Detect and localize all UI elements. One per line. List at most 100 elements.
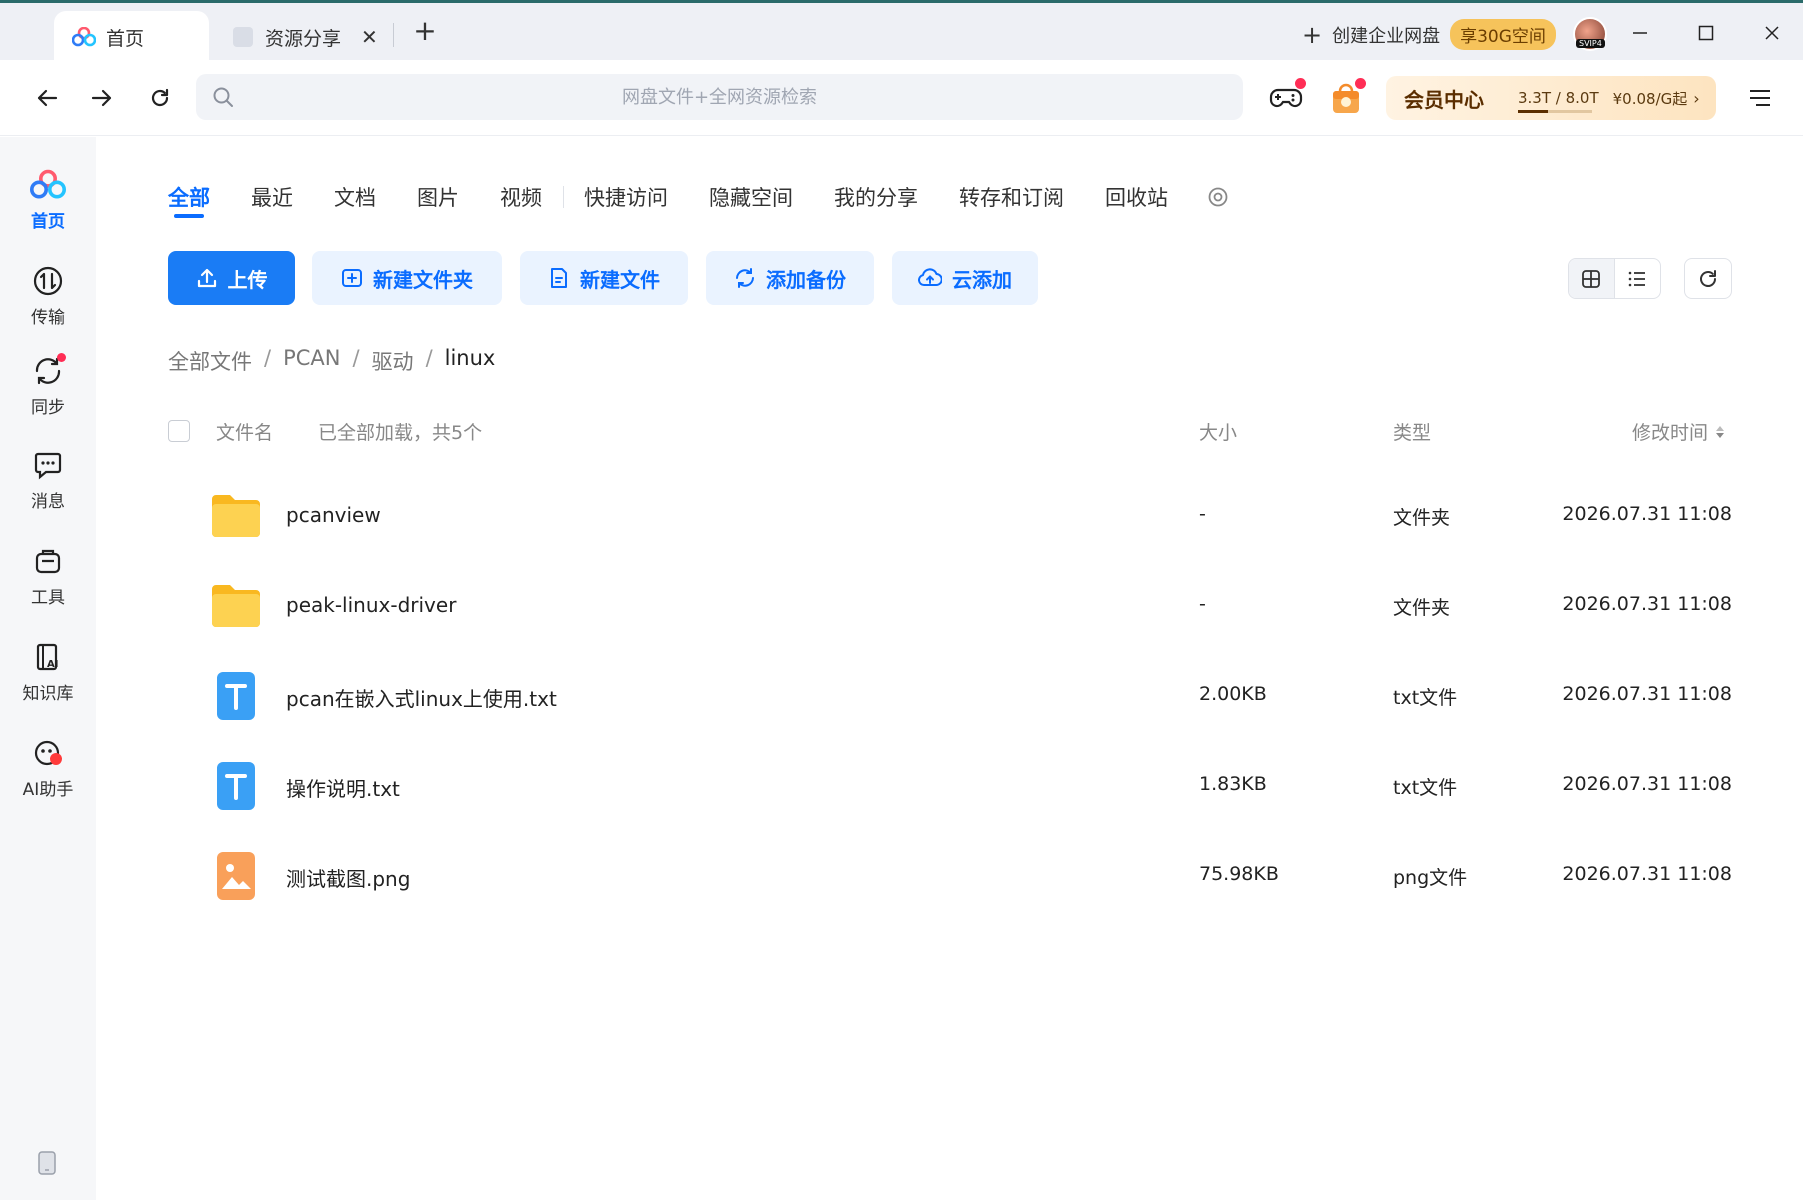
- search-bar[interactable]: [196, 74, 1243, 120]
- sync-backup-icon: [736, 268, 754, 288]
- vip-title: 会员中心: [1404, 87, 1484, 112]
- toolbar: 会员中心 3.3T / 8.0T ¥0.08/G起 ›: [0, 60, 1803, 136]
- new-tab-button[interactable]: +: [410, 17, 440, 47]
- cloud-add-button[interactable]: 云添加: [892, 251, 1038, 305]
- sync-icon: [30, 353, 66, 389]
- tab-images[interactable]: 图片: [417, 180, 459, 220]
- column-header-name[interactable]: 文件名: [216, 418, 273, 445]
- menu-button[interactable]: [1742, 80, 1778, 116]
- column-header-type[interactable]: 类型: [1393, 418, 1431, 445]
- sidebar-item-label: 同步: [31, 398, 65, 418]
- search-input[interactable]: [196, 74, 1243, 120]
- file-size: -: [1199, 593, 1206, 615]
- tab-my-shares[interactable]: 我的分享: [834, 180, 918, 220]
- close-tab-icon[interactable]: ✕: [361, 25, 378, 49]
- sidebar-item-ai-assistant[interactable]: AI助手: [0, 735, 96, 800]
- sidebar-item-home[interactable]: 首页: [0, 167, 96, 232]
- breadcrumb: 全部文件 / PCAN / 驱动 / linux: [168, 346, 495, 376]
- create-enterprise-button[interactable]: + 创建企业网盘 享30G空间: [1302, 19, 1556, 50]
- folder-icon: [212, 585, 260, 627]
- file-name[interactable]: pcan在嵌入式linux上使用.txt: [286, 683, 557, 712]
- device-icon[interactable]: [36, 1150, 60, 1176]
- game-button[interactable]: [1266, 78, 1306, 118]
- list-view-button[interactable]: [1615, 259, 1661, 298]
- forward-button[interactable]: [84, 80, 120, 116]
- close-window-button[interactable]: [1752, 15, 1792, 51]
- tab-recent[interactable]: 最近: [251, 180, 293, 220]
- arrow-right-icon: [91, 89, 112, 107]
- tab-recycle-bin[interactable]: 回收站: [1105, 180, 1168, 220]
- table-row[interactable]: 操作说明.txt 1.83KB txt文件 2026.07.31 11:08: [168, 741, 1732, 831]
- file-type: txt文件: [1393, 687, 1458, 709]
- tab-settings-icon[interactable]: [1207, 186, 1229, 208]
- upload-icon: [197, 268, 216, 288]
- back-button[interactable]: [29, 80, 65, 116]
- vip-center-button[interactable]: 会员中心 3.3T / 8.0T ¥0.08/G起 ›: [1386, 76, 1716, 120]
- column-header-size[interactable]: 大小: [1199, 418, 1237, 445]
- tab-resource-share[interactable]: 资源分享 ✕: [225, 11, 385, 63]
- plus-icon: +: [1302, 20, 1323, 49]
- sidebar-item-knowledge-base[interactable]: AI 知识库: [0, 639, 96, 704]
- file-name[interactable]: pcanview: [286, 503, 381, 527]
- tab-quick-access[interactable]: 快捷访问: [584, 180, 668, 220]
- file-modified-time: 2026.07.31 11:08: [1562, 503, 1732, 525]
- file-modified-time: 2026.07.31 11:08: [1562, 773, 1732, 795]
- tab-all[interactable]: 全部: [168, 180, 210, 220]
- column-header-modified-time[interactable]: 修改时间: [1632, 418, 1726, 445]
- sidebar-item-message[interactable]: 消息: [0, 447, 96, 512]
- add-backup-button[interactable]: 添加备份: [706, 251, 874, 305]
- table-row[interactable]: 测试截图.png 75.98KB png文件 2026.07.31 11:08: [168, 831, 1732, 921]
- tab-videos[interactable]: 视频: [500, 180, 542, 220]
- new-file-button[interactable]: 新建文件: [520, 251, 688, 305]
- tab-documents[interactable]: 文档: [334, 180, 376, 220]
- reload-button[interactable]: [142, 80, 178, 116]
- tab-saved-subscriptions[interactable]: 转存和订阅: [959, 180, 1064, 220]
- file-name[interactable]: 测试截图.png: [286, 863, 410, 892]
- file-modified-time: 2026.07.31 11:08: [1562, 593, 1732, 615]
- file-type: 文件夹: [1393, 597, 1451, 619]
- gift-button[interactable]: [1326, 78, 1366, 118]
- tab-divider: [563, 186, 564, 208]
- chevron-right-icon: ›: [1693, 88, 1700, 108]
- sidebar-item-transfer[interactable]: 传输: [0, 263, 96, 328]
- breadcrumb-separator: /: [264, 346, 272, 370]
- folder-icon: [212, 495, 260, 537]
- tab-hidden-space[interactable]: 隐藏空间: [709, 180, 793, 220]
- txt-file-icon: [217, 672, 255, 720]
- notification-dot: [1295, 78, 1306, 89]
- maximize-button[interactable]: [1686, 15, 1726, 51]
- refresh-icon: [1700, 269, 1716, 287]
- column-header-label: 修改时间: [1632, 422, 1709, 444]
- breadcrumb-item[interactable]: 全部文件: [168, 346, 252, 376]
- table-row[interactable]: pcanview - 文件夹 2026.07.31 11:08: [168, 471, 1732, 561]
- grid-view-button[interactable]: [1569, 259, 1615, 298]
- table-row[interactable]: peak-linux-driver - 文件夹 2026.07.31 11:08: [168, 561, 1732, 651]
- breadcrumb-item[interactable]: PCAN: [283, 346, 340, 376]
- vip-price: ¥0.08/G起: [1612, 89, 1688, 108]
- file-size: 2.00KB: [1199, 683, 1267, 705]
- tab-label: 资源分享: [265, 27, 342, 50]
- grid-icon: [1582, 269, 1601, 288]
- sidebar-item-sync[interactable]: 同步: [0, 353, 96, 418]
- svg-text:AI: AI: [47, 659, 58, 670]
- upload-button[interactable]: 上传: [168, 251, 295, 305]
- new-folder-button[interactable]: 新建文件夹: [312, 251, 502, 305]
- file-name[interactable]: peak-linux-driver: [286, 593, 456, 617]
- load-status: 已全部加载，共5个: [318, 422, 483, 444]
- tab-home[interactable]: 首页: [54, 11, 209, 63]
- minimize-button[interactable]: [1620, 15, 1660, 51]
- file-type: 文件夹: [1393, 507, 1451, 529]
- storage-usage-bar: [1518, 110, 1592, 113]
- file-size: 1.83KB: [1199, 773, 1267, 795]
- storage-quota: 3.3T / 8.0T: [1518, 89, 1599, 113]
- vip-level-badge: SVIP4: [1576, 39, 1605, 48]
- sidebar-item-tools[interactable]: 工具: [0, 543, 96, 608]
- table-row[interactable]: pcan在嵌入式linux上使用.txt 2.00KB txt文件 2026.0…: [168, 651, 1732, 741]
- refresh-button[interactable]: [1684, 258, 1732, 299]
- file-name[interactable]: 操作说明.txt: [286, 773, 400, 802]
- select-all-checkbox[interactable]: [168, 420, 190, 442]
- file-type: txt文件: [1393, 777, 1458, 799]
- breadcrumb-item[interactable]: 驱动: [372, 346, 414, 376]
- new-folder-icon: [342, 269, 362, 287]
- breadcrumb-separator: /: [425, 346, 433, 370]
